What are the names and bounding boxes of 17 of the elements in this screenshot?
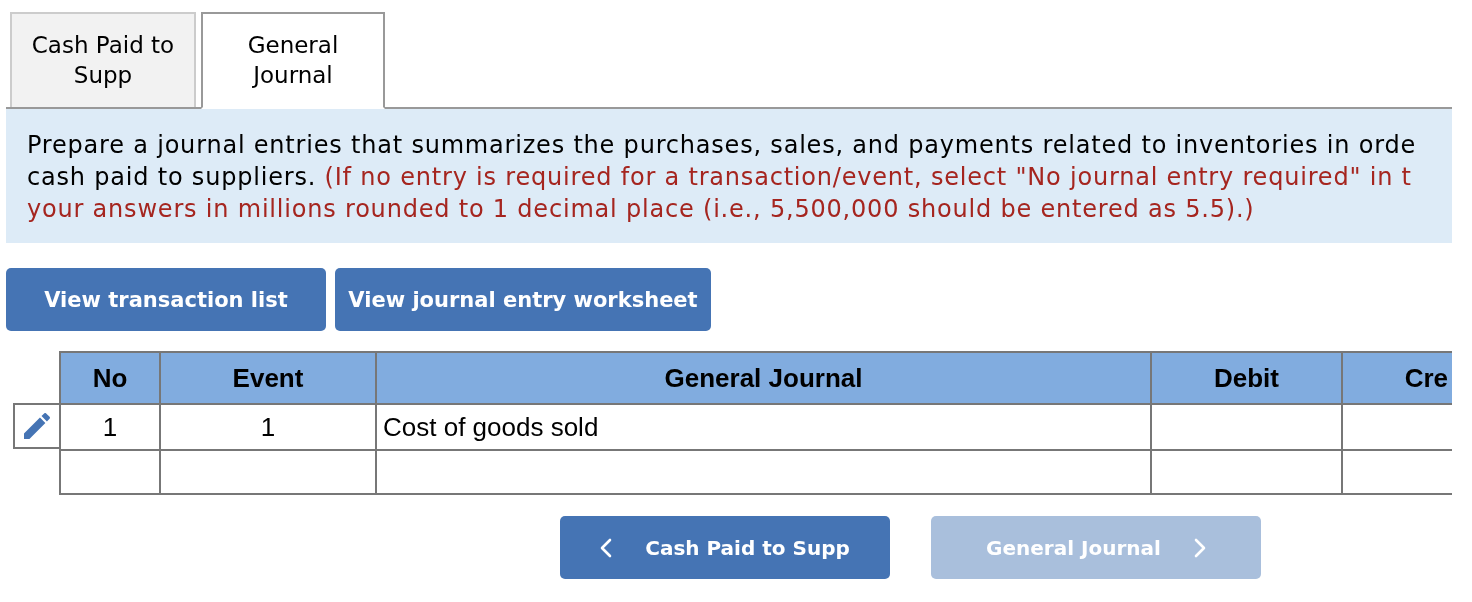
instructions-text: Prepare a journal entries that summarizes the purchases, sales, and payments related to inventories in orde cash paid to suppliers. (If no entry is required for a transaction/event, select "No journal entry required" in t your answers in millions rounded to 1 decimal place (i.e., 5,500,000 should be entered as 5.5).) [27,130,1418,225]
event-header: Event [161,351,377,403]
chevron-right-icon [1193,537,1206,558]
tab[interactable]: General Journal [201,12,385,109]
pencil-icon[interactable] [24,413,50,439]
account-cell: Cost of goods sold [377,403,1152,449]
view-transactions-button[interactable]: View transaction list [6,268,326,331]
chevron-left-icon [600,537,613,558]
no-header: No [59,351,161,403]
event-cell: 1 [161,403,377,449]
view-worksheet-button[interactable]: View journal entry worksheet [335,268,711,331]
general-journal-header: General Journal [377,351,1152,403]
previous-button[interactable]: Cash Paid to Supp [560,516,890,579]
debit-header: Debit [1152,351,1343,403]
no-cell: 1 [59,403,161,449]
credit-header: Cre [1343,351,1452,403]
tab[interactable]: Cash Paid to Supp [10,12,196,107]
